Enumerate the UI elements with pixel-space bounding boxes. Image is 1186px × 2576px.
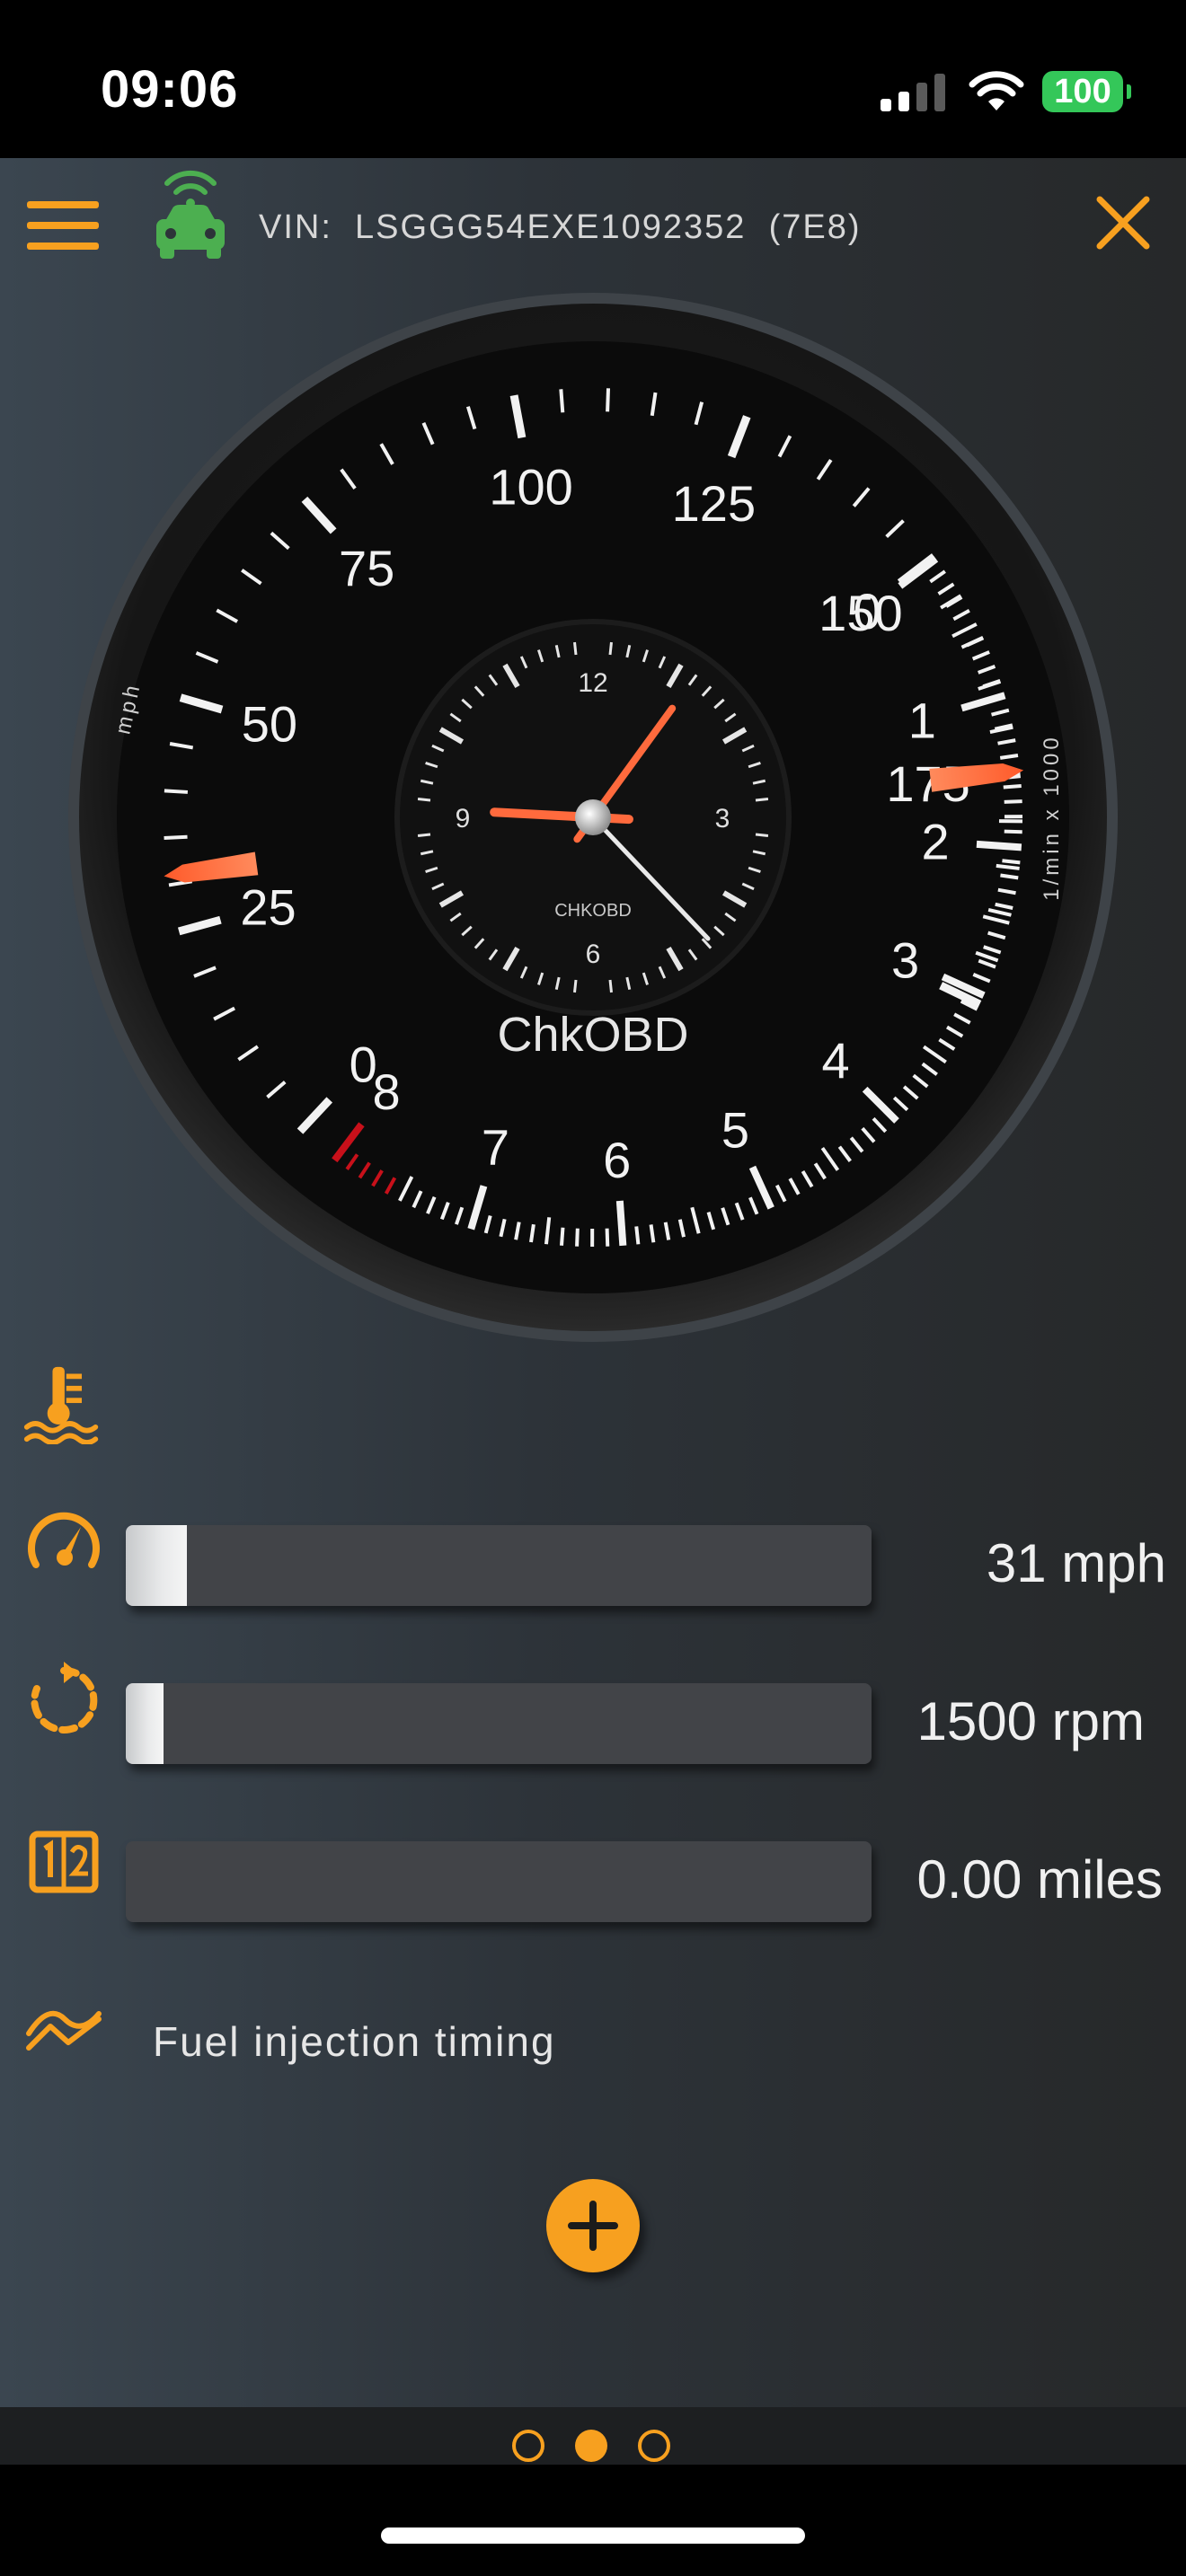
speed-tick <box>606 388 611 412</box>
rpm-label: 8 <box>373 1063 401 1120</box>
home-indicator <box>381 2527 805 2544</box>
speed-tick <box>164 789 188 794</box>
speed-readout: 31 mph <box>987 1532 1166 1594</box>
vin-info: VIN: LSGGG54EXE1092352 (7E8) <box>259 208 861 247</box>
top-bar: VIN: LSGGG54EXE1092352 (7E8) <box>0 158 1186 293</box>
clock-tick <box>573 641 578 656</box>
speed-label: 50 <box>242 695 297 752</box>
rpm-label: 7 <box>482 1118 509 1175</box>
speed-label: 125 <box>672 475 756 532</box>
clock-numeral-9: 9 <box>456 804 471 834</box>
rpm-label: 4 <box>822 1032 850 1089</box>
status-time: 09:06 <box>101 60 239 119</box>
status-icons: 100 <box>879 66 1131 117</box>
rpm-tick <box>1002 859 1021 865</box>
coolant-temperature-icon <box>23 1366 99 1444</box>
speed-value: 31 <box>986 1533 1047 1593</box>
clock-tick <box>755 833 769 837</box>
page-dot-3[interactable] <box>638 2430 670 2462</box>
wifi-icon <box>969 71 1024 110</box>
rpm-tick <box>575 1228 580 1247</box>
speed-unit: mph <box>1061 1533 1166 1593</box>
close-icon[interactable] <box>1094 194 1152 251</box>
rpm-rotation-icon <box>31 1662 98 1734</box>
rpm-tick <box>976 840 1022 851</box>
odometer-icon <box>29 1831 99 1893</box>
distance-readout: 0.00 miles <box>917 1848 1163 1910</box>
rpm-value: 1500 <box>916 1691 1037 1751</box>
rpm-label: 3 <box>891 931 919 988</box>
plus-icon <box>568 2201 618 2251</box>
rpm-label: 6 <box>603 1132 631 1188</box>
speed-tick <box>559 389 565 413</box>
clock-tick <box>755 798 769 802</box>
status-bar: 09:06 100 <box>0 0 1186 158</box>
speed-bar <box>126 1525 872 1606</box>
page-dot-2[interactable] <box>575 2430 607 2462</box>
clock-tick <box>417 833 431 837</box>
vin-label: VIN: <box>259 208 332 246</box>
rpm-label: 0 <box>854 583 881 640</box>
rpm-unit-label: 1/min x 1000 <box>1040 734 1064 900</box>
battery-level: 100 <box>1054 72 1111 110</box>
rpm-readout: 1500 rpm <box>917 1690 1146 1752</box>
app-screen: VIN: LSGGG54EXE1092352 (7E8) 0 25 50 75 … <box>0 158 1186 2465</box>
gauge-svg: 0255075100 125150175 012345678 mph 1/min … <box>68 293 1118 1342</box>
rpm-tick <box>615 1200 627 1247</box>
rpm-tick <box>529 1223 535 1243</box>
rpm-tick <box>605 1228 610 1247</box>
clock-tick <box>573 979 578 993</box>
distance-bar <box>126 1841 872 1922</box>
clock-brand: CHKOBD <box>554 901 632 921</box>
rpm-tick <box>1004 829 1022 834</box>
rpm-bar <box>126 1683 872 1764</box>
clock-numeral-3: 3 <box>715 804 730 834</box>
rpm-label: 2 <box>921 814 949 870</box>
speedometer-icon <box>28 1512 100 1568</box>
clock-tick <box>417 798 431 802</box>
rpm-tick <box>1000 873 1019 880</box>
rpm-tick <box>999 754 1019 760</box>
menu-icon[interactable] <box>25 198 101 253</box>
vin-number: LSGGG54EXE1092352 <box>355 208 747 246</box>
connected-car-icon <box>156 170 225 259</box>
clock-numeral-6: 6 <box>586 940 601 969</box>
rpm-tick <box>649 1224 656 1243</box>
speed-tick <box>164 834 188 841</box>
battery-indicator: 100 <box>1042 71 1131 112</box>
speed-bar-fill <box>126 1525 188 1606</box>
distance-value: 0.00 <box>916 1849 1022 1910</box>
add-widget-button[interactable] <box>546 2179 640 2272</box>
speed-rpm-gauge: 0 25 50 75 100 125 150 175 012345678 mph 1/min … <box>63 287 1123 1347</box>
ecu-address: (7E8) <box>768 208 862 246</box>
speed-label: 100 <box>489 458 572 515</box>
speed-label: 25 <box>240 879 296 936</box>
rpm-unit: rpm <box>1051 1691 1145 1751</box>
cellular-signal-icon <box>881 74 945 111</box>
distance-unit: miles <box>1036 1849 1163 1910</box>
speed-label: 75 <box>339 540 394 596</box>
page-dot-1[interactable] <box>512 2430 544 2462</box>
rpm-tick <box>634 1226 641 1245</box>
fuel-injection-timing-icon <box>26 2010 102 2051</box>
rpm-tick <box>1004 799 1022 804</box>
fuel-injection-timing-label: Fuel injection timing <box>153 2018 556 2065</box>
rpm-label: 5 <box>721 1102 749 1159</box>
clock-tick <box>608 641 613 656</box>
clock-hub <box>575 799 611 835</box>
rpm-bar-fill <box>126 1683 164 1764</box>
clock-numeral-12: 12 <box>578 668 607 698</box>
clock-tick <box>608 979 613 993</box>
rpm-tick <box>1003 783 1022 790</box>
rpm-label: 1 <box>908 693 936 749</box>
